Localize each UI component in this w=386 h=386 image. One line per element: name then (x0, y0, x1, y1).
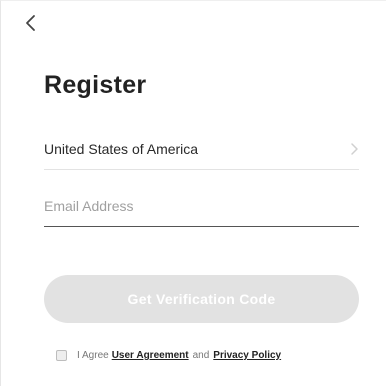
email-field-wrapper (44, 186, 359, 227)
chevron-left-icon (26, 15, 35, 31)
agreement-row: I Agree User Agreement and Privacy Polic… (56, 350, 281, 361)
email-field[interactable] (44, 186, 359, 226)
country-label: United States of America (44, 141, 199, 157)
get-verification-code-button[interactable]: Get Verification Code (44, 275, 359, 323)
agree-conjunction: and (192, 350, 210, 361)
register-screen: Register United States of America Get Ve… (0, 0, 386, 386)
privacy-policy-link[interactable]: Privacy Policy (213, 350, 281, 361)
country-selector[interactable]: United States of America (44, 129, 359, 170)
chevron-right-icon (351, 143, 358, 155)
back-button[interactable] (19, 11, 43, 35)
agree-checkbox[interactable] (56, 350, 67, 361)
user-agreement-link[interactable]: User Agreement (112, 350, 189, 361)
page-title: Register (44, 71, 147, 99)
agree-prefix: I Agree (77, 350, 109, 361)
